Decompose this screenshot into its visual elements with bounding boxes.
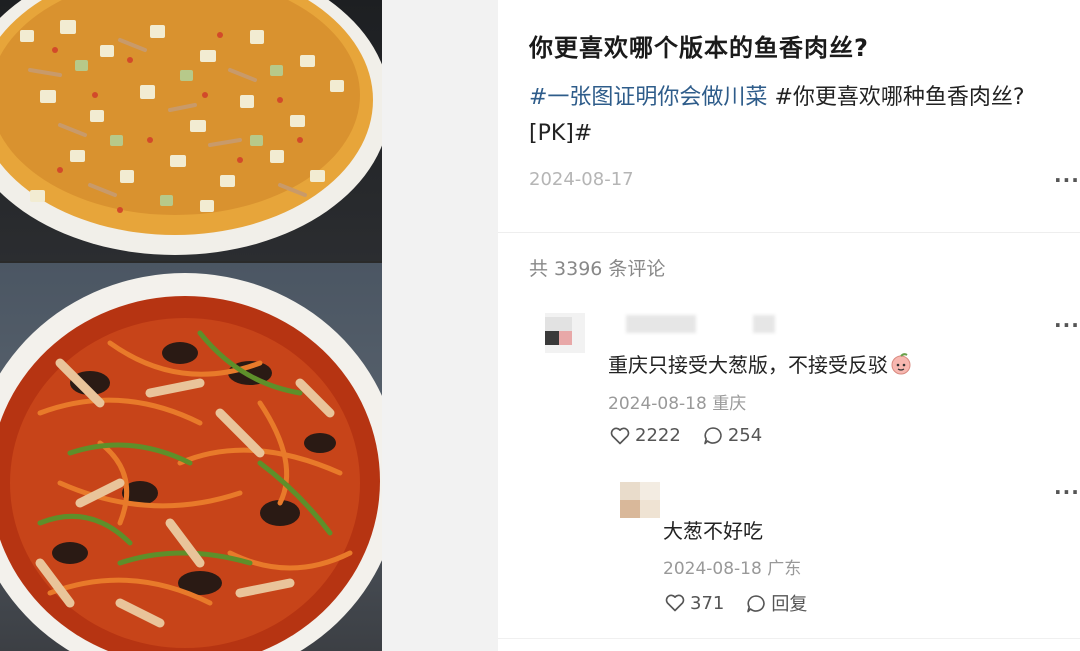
comment-date: 2024-08-18 [608,394,707,414]
dish-photo-scallion-version[interactable] [0,0,382,261]
dish-photo-classic-version[interactable] [0,263,382,651]
hashtag-link-sichuan[interactable]: #一张图证明你会做川菜 [529,85,767,110]
comment-more-icon[interactable]: ··· [1054,313,1080,337]
heart-icon [610,427,630,444]
avatar[interactable] [620,482,660,518]
heart-icon [665,594,685,612]
hashtag-link-fish-pork[interactable]: #你更喜欢哪种鱼香肉丝? [774,85,1024,110]
comment-count: 共 3396 条评论 [529,258,666,280]
username-blurred[interactable] [626,315,696,333]
reply-button[interactable]: 254 [703,425,762,446]
like-count: 2222 [635,425,681,446]
post-image-panel[interactable] [0,0,382,651]
comment-meta: 2024-08-18 重庆 [608,389,746,414]
avatar[interactable] [545,313,585,353]
post-detail-screen: 你更喜欢哪个版本的鱼香肉丝? #一张图证明你会做川菜 #你更喜欢哪种鱼香肉丝? … [0,0,1080,651]
comment-location: 重庆 [712,394,747,414]
divider [498,232,1080,233]
reply-more-icon[interactable]: ··· [1054,480,1080,504]
reply-date: 2024-08-18 [663,559,762,579]
like-button[interactable]: 371 [665,593,724,614]
username-badge-blurred [753,315,775,333]
reply-button[interactable]: 回复 [746,590,807,616]
comment-text: 重庆只接受大葱版，不接受反驳 [608,349,912,378]
reply-meta: 2024-08-18 广东 [663,554,801,579]
comment-bubble-icon [747,594,766,612]
reply-location: 广东 [767,559,802,579]
post-content-panel: 你更喜欢哪个版本的鱼香肉丝? #一张图证明你会做川菜 #你更喜欢哪种鱼香肉丝? … [498,0,1080,651]
comment-actions: 2222 254 [610,425,784,446]
like-count: 371 [690,592,725,614]
comment-bubble-icon [704,427,722,445]
divider [498,638,1080,639]
reply-label: 回复 [771,594,808,615]
post-title: 你更喜欢哪个版本的鱼香肉丝? [529,34,869,62]
comment-text-content: 重庆只接受大葱版，不接受反驳 [608,353,888,377]
post-body: #一张图证明你会做川菜 #你更喜欢哪种鱼香肉丝? [PK]# [529,80,1059,152]
reply-actions: 371 回复 [665,590,829,616]
panel-gap [382,0,498,651]
reply-count: 254 [727,425,763,446]
reply-text: 大葱不好吃 [663,519,763,543]
post-date: 2024-08-17 [529,169,634,190]
peach-face-emoji-icon [891,353,911,375]
post-more-icon[interactable]: ··· [1054,168,1080,192]
like-button[interactable]: 2222 [610,425,681,446]
pk-tag[interactable]: [PK]# [529,121,592,146]
